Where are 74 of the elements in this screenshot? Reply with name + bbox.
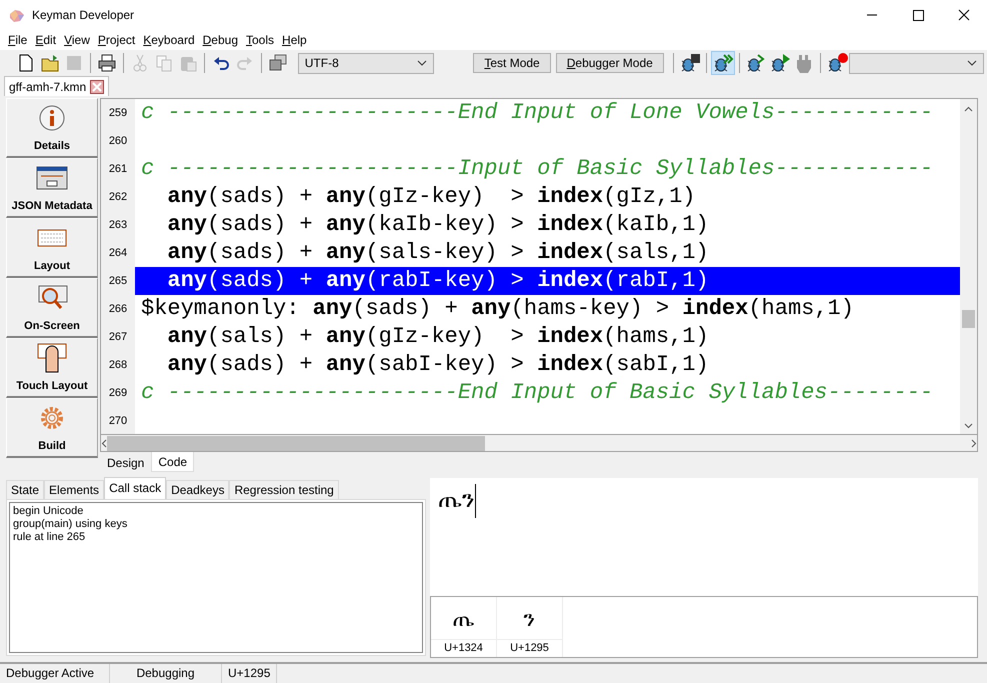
- code-line: c ----------------------Input of Basic Syllables------------: [140, 155, 934, 183]
- code-line: any(sads) + any(kaIb-key) > index(kaIb,1): [166, 211, 710, 239]
- status-text: Debugger Active: [0, 664, 110, 683]
- line-number: 265: [108, 274, 128, 289]
- sidebar-button[interactable]: Details: [6, 98, 98, 158]
- code-line: c ----------------------End Input of Lone Vowels------------: [140, 99, 934, 127]
- line-number: 266: [108, 302, 128, 317]
- line-number: 262: [108, 190, 128, 205]
- sidebar-button[interactable]: Layout: [6, 218, 98, 278]
- code-line: c ----------------------End Input of Basic Syllables--------: [140, 379, 934, 407]
- encoding-dropdown[interactable]: UTF-8: [298, 52, 434, 74]
- status-text: U+1295: [222, 664, 278, 683]
- chevron-down-icon: [417, 60, 428, 66]
- line-number: 269: [108, 386, 128, 401]
- character-code: U+1295: [497, 639, 562, 657]
- menu-item[interactable]: Edit: [31, 31, 60, 49]
- app-logo-icon: [8, 8, 26, 24]
- code-line: any(sads) + any(sals-key) > index(sals,1): [166, 239, 710, 267]
- status-text: Debugging: [110, 664, 222, 683]
- menu-item[interactable]: View: [60, 31, 94, 49]
- call-stack-entry: begin Unicode: [13, 505, 84, 518]
- menu-item[interactable]: Tools: [242, 31, 278, 49]
- editor-tab[interactable]: Code: [151, 452, 194, 472]
- file-tab[interactable]: gff-amh-7.kmn: [4, 76, 110, 96]
- mode-button[interactable]: Debugger Mode: [556, 53, 664, 73]
- line-number: 263: [108, 218, 128, 233]
- chevron-right-icon: [971, 439, 977, 448]
- folder-icon[interactable]: [40, 53, 60, 73]
- editor-tab[interactable]: Design: [100, 452, 152, 472]
- chevron-down-icon: [967, 60, 978, 66]
- menu-item[interactable]: File: [4, 31, 32, 49]
- window-title: Keyman Developer: [32, 7, 134, 24]
- chevron-up-icon: [964, 106, 973, 112]
- call-stack-entry: group(main) using keys: [13, 518, 128, 531]
- menu-item[interactable]: Keyboard: [139, 31, 199, 49]
- keyboard-finger-icon: [35, 342, 69, 374]
- character-code: U+1324: [431, 639, 496, 657]
- scrollbar-thumb[interactable]: [107, 436, 485, 450]
- debug-tab[interactable]: Elements: [44, 480, 104, 499]
- debug-tab[interactable]: Regression testing: [229, 480, 339, 499]
- line-number: 259: [108, 106, 128, 121]
- mode-button[interactable]: Test Mode: [473, 53, 551, 73]
- line-number: 264: [108, 246, 128, 261]
- chevron-left-icon: [101, 439, 107, 448]
- sidebar-button[interactable]: Build: [6, 398, 98, 458]
- code-line: $keymanonly: any(sads) + any(hams-key) > index(hams,1): [140, 295, 855, 323]
- close-icon[interactable]: [90, 80, 104, 94]
- line-number: 268: [108, 358, 128, 373]
- sidebar-button[interactable]: Touch Layout: [6, 338, 98, 398]
- code-line: any(sals) + any(gIz-key) > index(hams,1): [166, 323, 710, 351]
- horizontal-scrollbar[interactable]: [100, 435, 978, 452]
- windows-icon[interactable]: [268, 53, 288, 73]
- sidebar-button[interactable]: JSON Metadata: [6, 158, 98, 218]
- debug-tab[interactable]: State: [6, 480, 44, 499]
- debug-tab[interactable]: Deadkeys: [166, 480, 230, 499]
- menu-item[interactable]: Help: [278, 31, 311, 49]
- menu-item[interactable]: Debug: [198, 31, 242, 49]
- line-number: 267: [108, 330, 128, 345]
- menu-item[interactable]: Project: [94, 31, 140, 49]
- character-glyph: ን: [522, 604, 536, 632]
- character-glyph: ጤ: [452, 604, 476, 632]
- printer-icon[interactable]: [96, 53, 117, 73]
- code-line: any(sads) + any(gIz-key) > index(gIz,1): [166, 183, 697, 211]
- line-number: 270: [108, 414, 128, 429]
- line-number: 260: [108, 134, 128, 149]
- call-stack-entry: rule at line 265: [13, 531, 86, 544]
- vertical-scrollbar[interactable]: [960, 99, 977, 434]
- sidebar-button[interactable]: On-Screen: [6, 278, 98, 338]
- bug-arrows-icon[interactable]: [710, 51, 735, 75]
- line-number: 261: [108, 162, 128, 177]
- debug-tab[interactable]: Call stack: [104, 477, 166, 499]
- chevron-down-icon: [964, 422, 973, 429]
- scrollbar-thumb[interactable]: [962, 310, 975, 328]
- code-line: any(sads) + any(sabI-key) > index(sabI,1): [166, 351, 710, 379]
